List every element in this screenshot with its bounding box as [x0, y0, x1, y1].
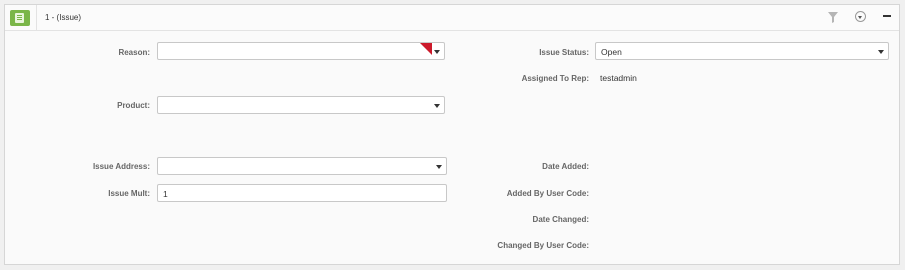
chevron-down-icon	[436, 165, 443, 169]
issue-status-label: Issue Status:	[539, 48, 589, 57]
chevron-down-icon	[434, 50, 441, 54]
reason-select[interactable]	[157, 42, 445, 60]
product-select[interactable]	[157, 96, 445, 114]
date-added-label: Date Added:	[542, 162, 589, 171]
panel-header: 1 - (Issue)	[5, 5, 899, 31]
issue-address-label: Issue Address:	[92, 162, 150, 171]
issue-address-select[interactable]	[157, 157, 447, 175]
dropdown-circle-icon[interactable]	[855, 11, 866, 22]
chevron-down-icon	[434, 104, 441, 108]
assigned-to-rep-label: Assigned To Rep:	[521, 74, 589, 83]
reason-label: Reason:	[118, 48, 150, 57]
issue-status-select[interactable]: Open	[595, 42, 889, 60]
added-by-user-code-label: Added By User Code:	[506, 189, 589, 198]
issue-status-value: Open	[601, 47, 622, 57]
assigned-to-rep-value: testadmin	[600, 73, 637, 83]
issue-panel: 1 - (Issue) Reason: Product: Issue Addre…	[4, 4, 900, 265]
changed-by-user-code-label: Changed By User Code:	[497, 241, 589, 250]
required-indicator-icon	[420, 43, 432, 55]
collapse-icon[interactable]	[883, 15, 891, 17]
header-divider	[36, 5, 37, 30]
chevron-down-icon	[878, 50, 885, 54]
panel-title: 1 - (Issue)	[45, 13, 82, 22]
product-label: Product:	[117, 101, 150, 110]
filter-icon[interactable]	[828, 12, 838, 23]
date-changed-label: Date Changed:	[532, 215, 589, 224]
issue-mult-input[interactable]: 1	[157, 184, 447, 202]
notebook-icon	[10, 10, 30, 26]
issue-mult-label: Issue Mult:	[108, 189, 150, 198]
